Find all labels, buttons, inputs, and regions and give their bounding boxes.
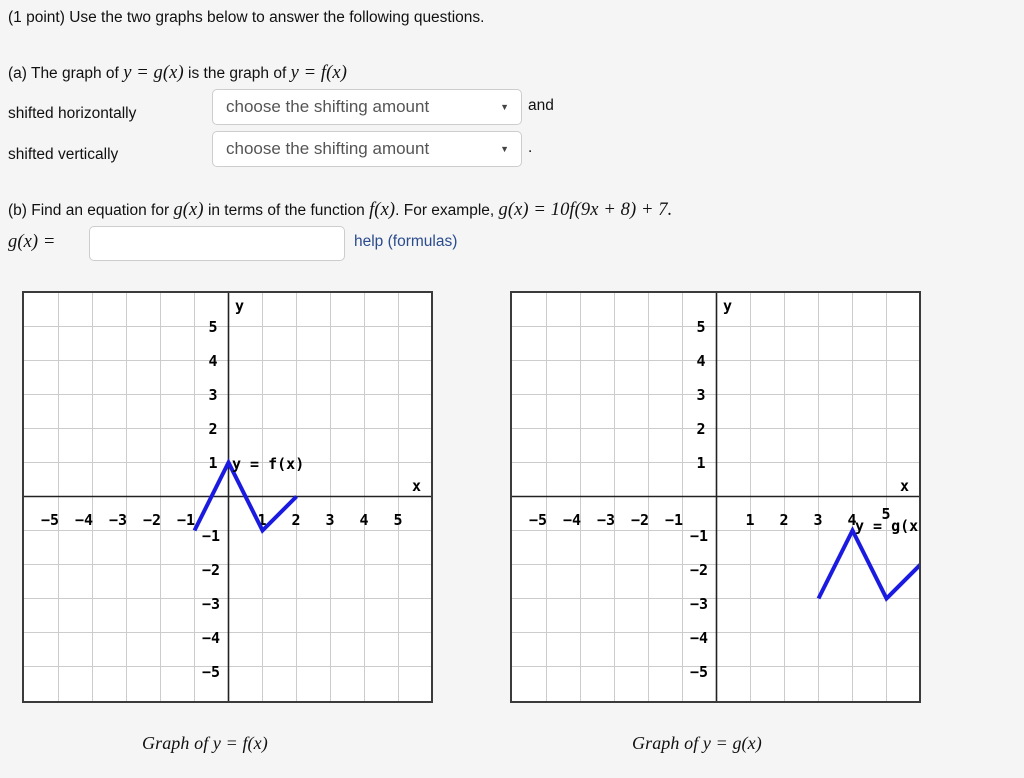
f-of-x-math: y = f(x) [290,63,347,83]
part-b-statement: (b) Find an equation for g(x) in terms o… [8,199,672,221]
ytick-3: 3 [208,386,217,404]
y-axis-label: y [235,297,244,315]
xtick--2: −2 [143,511,161,529]
and-connector-text: and [528,97,554,114]
ytick-5: 5 [696,318,705,336]
problem-page: (1 point) Use the two graphs below to an… [0,0,1024,778]
answer-input[interactable] [89,226,345,261]
xtick-4: 4 [359,511,368,529]
ytick-1: 1 [696,454,705,472]
ytick-1: 1 [208,454,217,472]
ytick-4: 4 [208,352,217,370]
part-b-f-inline: f(x) [369,200,396,220]
sentence-period: . [528,139,533,156]
xtick--5: −5 [529,511,547,529]
curve-f-label: y = f(x) [232,455,304,473]
ytick--2: −2 [690,561,708,579]
curve-g-label: y = g(x [855,517,918,535]
x-axis-label: x [900,477,909,495]
answer-prefix-label: g(x) = [8,232,56,252]
shifted-vertically-label: shifted vertically [8,146,119,163]
shifted-horizontally-label: shifted horizontally [8,105,137,122]
graph-g-caption: Graph of y = g(x) [632,733,762,754]
xtick-5: 5 [393,511,402,529]
graph-g-caption-text: Graph of y = g(x) [632,733,762,753]
ytick--2: −2 [202,561,220,579]
ytick--5: −5 [690,663,708,681]
ytick-4: 4 [696,352,705,370]
ytick--1: −1 [690,527,708,545]
xtick-3: 3 [325,511,334,529]
xtick--3: −3 [109,511,127,529]
xtick--1: −1 [665,511,683,529]
graph-f-container: −5 −4 −3 −2 −1 1 2 3 4 5 5 4 3 2 1 −1 −2… [22,291,433,703]
part-a-statement: (a) The graph of y = g(x) is the graph o… [8,62,347,84]
part-b-g-inline: g(x) [173,200,204,220]
problem-intro-text: (1 point) Use the two graphs below to an… [8,9,484,28]
graph-f-caption: Graph of y = f(x) [142,733,268,754]
xtick--1: −1 [177,511,195,529]
y-axis-label: y [723,297,732,315]
xtick-1: 1 [745,511,754,529]
part-a-middle: is the graph of [188,65,287,82]
ytick--1: −1 [202,527,220,545]
ytick-2: 2 [696,420,705,438]
xtick--3: −3 [597,511,615,529]
xtick--2: −2 [631,511,649,529]
ytick-3: 3 [696,386,705,404]
xtick--4: −4 [75,511,93,529]
axes [24,293,431,701]
g-of-x-math: y = g(x) [123,63,184,83]
vertical-shift-select[interactable]: choose the shifting amount ▼ [212,131,522,167]
part-b-text-1: (b) Find an equation for [8,202,170,219]
help-formulas-link[interactable]: help (formulas) [354,233,457,252]
points-label: (1 point) [8,9,65,26]
ytick--5: −5 [202,663,220,681]
xtick--5: −5 [41,511,59,529]
chevron-down-icon: ▼ [500,143,509,154]
xtick-2: 2 [779,511,788,529]
horizontal-shift-select[interactable]: choose the shifting amount ▼ [212,89,522,125]
chevron-down-icon: ▼ [500,101,509,112]
part-b-text-2: in terms of the function [207,202,365,219]
intro-text: Use the two graphs below to answer the f… [69,9,485,26]
ytick-5: 5 [208,318,217,336]
x-axis-label: x [412,477,421,495]
graph-f-svg: −5 −4 −3 −2 −1 1 2 3 4 5 5 4 3 2 1 −1 −2… [24,293,431,701]
ytick-2: 2 [208,420,217,438]
graph-g-svg: −5 −4 −3 −2 −1 1 2 3 4 5 5 4 3 2 1 −1 −2… [512,293,919,701]
part-a-prefix: (a) The graph of [8,65,119,82]
graph-f-caption-text: Graph of y = f(x) [142,733,268,753]
ytick--3: −3 [202,595,220,613]
ytick--4: −4 [202,629,220,647]
xtick-2: 2 [291,511,300,529]
axis-tick-labels: −5 −4 −3 −2 −1 1 2 3 4 5 5 4 3 2 1 −1 −2… [529,318,891,681]
part-b-text-3: . For example, [395,202,495,219]
ytick--3: −3 [690,595,708,613]
horizontal-shift-select-value: choose the shifting amount [226,97,430,116]
graph-g-container: −5 −4 −3 −2 −1 1 2 3 4 5 5 4 3 2 1 −1 −2… [510,291,921,703]
xtick--4: −4 [563,511,581,529]
axes [512,293,919,701]
part-b-example-equation: g(x) = 10f(9x + 8) + 7. [498,200,673,220]
xtick-3: 3 [813,511,822,529]
vertical-shift-select-value: choose the shifting amount [226,139,430,158]
axis-tick-labels: −5 −4 −3 −2 −1 1 2 3 4 5 5 4 3 2 1 −1 −2… [41,318,403,681]
ytick--4: −4 [690,629,708,647]
